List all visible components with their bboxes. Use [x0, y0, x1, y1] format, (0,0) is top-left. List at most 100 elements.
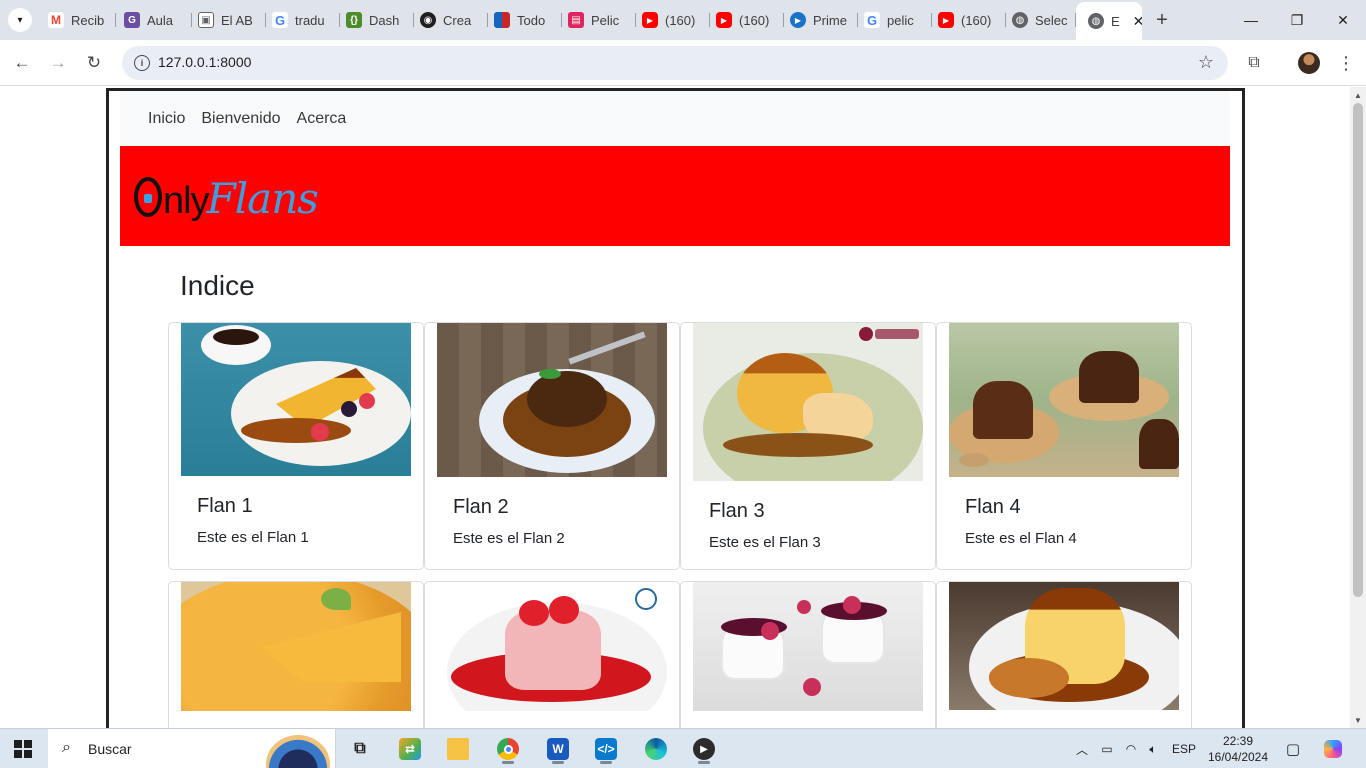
taskbar-search[interactable]: ⌕ Buscar — [48, 729, 336, 768]
tab-traductor[interactable]: G tradu — [268, 6, 340, 34]
flan-6-image — [437, 582, 667, 711]
flan-card[interactable]: Flan 4 Este es el Flan 4 — [936, 322, 1192, 570]
tab-label: (160) — [961, 12, 992, 28]
page-title: Indice — [180, 270, 255, 301]
nav-link-inicio[interactable]: Inicio — [148, 110, 185, 128]
google-icon: G — [272, 12, 288, 28]
task-view-icon[interactable]: ⧉ — [340, 733, 380, 765]
bookmark-star-icon[interactable]: ☆ — [1198, 52, 1214, 73]
flan-card[interactable]: Flan 1 Este es el Flan 1 — [168, 322, 424, 570]
flan-card[interactable] — [936, 581, 1192, 728]
gs-icon: G — [124, 12, 140, 28]
flan-card[interactable] — [680, 581, 936, 728]
browser-toolbar: ← → ↻ i 127.0.0.1:8000 ☆ ⧉ ⋮ — [0, 40, 1366, 86]
word-icon[interactable]: W — [538, 733, 578, 765]
tab-youtube-1[interactable]: ▶ (160) — [638, 6, 710, 34]
tab-gmail[interactable]: M Recib — [44, 6, 116, 34]
tab-label: E — [1111, 13, 1120, 29]
flan-card[interactable] — [168, 581, 424, 728]
reload-icon[interactable]: ↻ — [81, 50, 107, 76]
card-title: Flan 4 — [965, 496, 1021, 518]
gmail-icon: M — [48, 12, 64, 28]
youtube-icon: ▶ — [716, 12, 732, 28]
battery-icon[interactable]: ▭ — [1098, 729, 1116, 768]
flan-card[interactable] — [424, 581, 680, 728]
tab-dashboard[interactable]: {} Dash — [342, 6, 414, 34]
windows-start-icon[interactable] — [14, 740, 32, 758]
page-scrollbar[interactable]: ▲ ▼ — [1350, 87, 1366, 728]
restore-icon[interactable]: ❐ — [1274, 6, 1320, 34]
globe-icon: ◍ — [1012, 12, 1028, 28]
tab-github[interactable]: ◉ Crea — [416, 6, 488, 34]
copilot-icon[interactable] — [1322, 729, 1344, 768]
tray-overflow-chevron-icon[interactable]: ︿ — [1074, 729, 1090, 768]
nav-link-bienvenido[interactable]: Bienvenido — [201, 110, 280, 128]
close-tab-icon[interactable]: ✕ — [1133, 13, 1142, 30]
tab-youtube-2[interactable]: ▶ (160) — [712, 6, 784, 34]
chip-icon: ▣ — [198, 12, 214, 28]
wifi-icon[interactable]: ◠ — [1122, 729, 1140, 768]
card-title: Flan 3 — [709, 500, 765, 522]
tab-label: tradu — [295, 12, 325, 28]
flan-card[interactable]: Flan 2 Este es el Flan 2 — [424, 322, 680, 570]
nav-link-acerca[interactable]: Acerca — [297, 110, 347, 128]
input-language[interactable]: ESP — [1170, 729, 1198, 768]
tab-label: Pelic — [591, 12, 620, 28]
scrollbar-thumb[interactable] — [1353, 103, 1363, 597]
close-window-icon[interactable]: ✕ — [1320, 6, 1366, 34]
header-banner: nly Flans — [120, 146, 1230, 246]
card-text: Este es el Flan 1 — [197, 529, 309, 546]
tab-label: Recib — [71, 12, 105, 28]
forward-arrow-icon[interactable]: → — [45, 50, 71, 76]
prime-icon: ▶ — [790, 12, 806, 28]
tab-google-peliculas[interactable]: G pelic — [860, 6, 932, 34]
tab-selec[interactable]: ◍ Selec — [1008, 6, 1076, 34]
notification-icon[interactable]: ▢ — [1282, 729, 1304, 768]
file-explorer-icon[interactable] — [438, 733, 478, 765]
media-player-icon[interactable]: ▶ — [684, 733, 724, 765]
tab-todo[interactable]: Todo — [490, 6, 562, 34]
card-title: Flan 1 — [197, 495, 253, 517]
scroll-up-arrow-icon[interactable]: ▲ — [1350, 87, 1366, 103]
tab-search-chevron-icon[interactable]: ▾ — [8, 8, 32, 32]
dashboard-icon: {} — [346, 12, 362, 28]
extensions-puzzle-icon[interactable]: ⧉ — [1243, 52, 1265, 74]
vscode-icon[interactable]: </> — [586, 733, 626, 765]
flan-7-image — [693, 582, 923, 711]
clock-time: 22:39 — [1222, 734, 1254, 748]
site-navbar: Inicio Bienvenido Acerca — [120, 91, 1230, 146]
youtube-icon: ▶ — [938, 12, 954, 28]
flan-card[interactable]: Flan 3 Este es el Flan 3 — [680, 322, 936, 570]
card-text: Este es el Flan 2 — [453, 530, 565, 547]
minimize-icon[interactable]: — — [1228, 6, 1274, 34]
widgets-icon[interactable]: ⇄ — [390, 733, 430, 765]
tab-label: Aula — [147, 12, 174, 28]
tab-youtube-3[interactable]: ▶ (160) — [934, 6, 1006, 34]
film-icon: ▤ — [568, 12, 584, 28]
back-arrow-icon[interactable]: ← — [9, 50, 35, 76]
scroll-down-arrow-icon[interactable]: ▼ — [1350, 712, 1366, 728]
menu-dots-icon[interactable]: ⋮ — [1336, 52, 1356, 74]
chrome-icon[interactable] — [488, 733, 528, 765]
onlyflans-logo[interactable]: nly Flans — [134, 170, 319, 220]
tab-label: Selec — [1035, 12, 1068, 28]
tab-label: El AB — [221, 12, 253, 28]
taskbar-clock[interactable]: 22:39 16/04/2024 — [1206, 733, 1270, 765]
tab-prime[interactable]: ▶ Prime — [786, 6, 858, 34]
tab-label: Dash — [369, 12, 400, 28]
tab-el-ab[interactable]: ▣ El AB — [194, 6, 266, 34]
tab-active[interactable]: ◍ E ✕ — [1076, 2, 1142, 40]
volume-icon[interactable]: 🔈︎ — [1144, 729, 1162, 768]
youtube-icon: ▶ — [642, 12, 658, 28]
edge-icon[interactable] — [636, 733, 676, 765]
tab-peliculas[interactable]: ▤ Pelic — [564, 6, 636, 34]
new-tab-plus-icon[interactable]: + — [1150, 8, 1174, 32]
url-text[interactable]: 127.0.0.1:8000 — [158, 54, 251, 70]
tab-aula[interactable]: G Aula — [120, 6, 192, 34]
logo-o-icon — [134, 177, 162, 217]
site-info-icon[interactable]: i — [134, 55, 150, 71]
profile-avatar[interactable] — [1298, 52, 1320, 74]
tab-label: pelic — [887, 12, 914, 28]
tab-label: Crea — [443, 12, 472, 28]
address-bar[interactable]: i 127.0.0.1:8000 ☆ — [122, 46, 1228, 80]
